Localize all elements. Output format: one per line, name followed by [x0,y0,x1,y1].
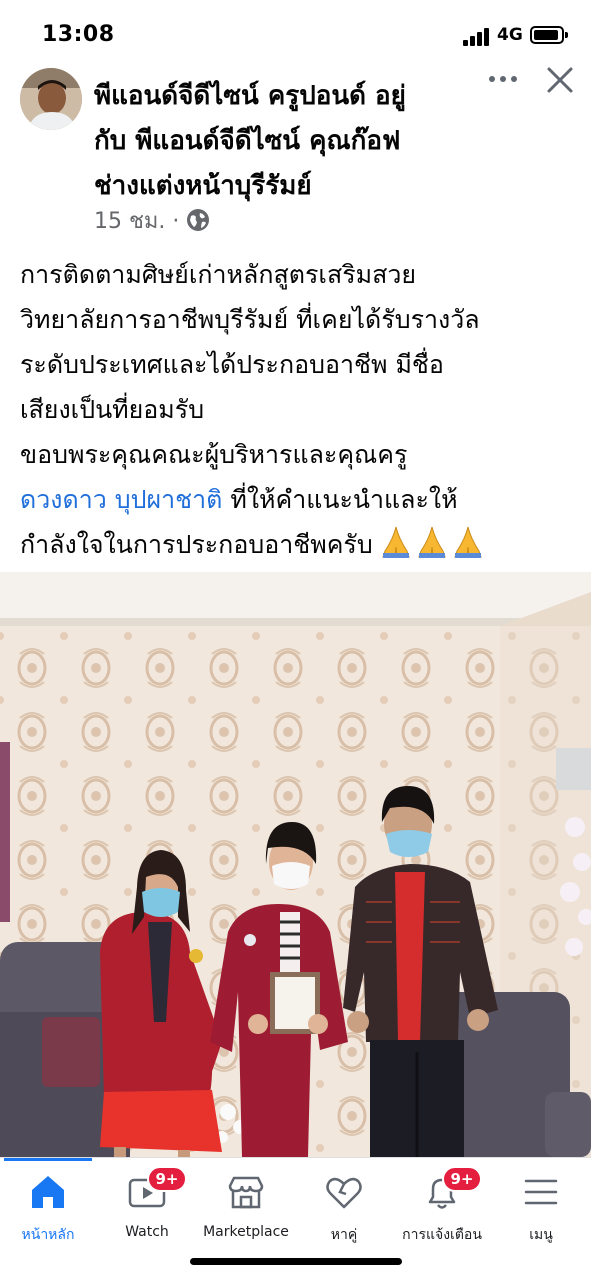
tab-marketplace[interactable]: Marketplace [191,1170,301,1250]
post-time[interactable]: 15 ชม. · [94,203,179,238]
tab-watch[interactable]: 9+ Watch [92,1166,202,1250]
tab-menu[interactable]: เมนู [486,1170,591,1250]
marketplace-icon [224,1170,268,1214]
tab-dating[interactable]: หาคู่ [289,1170,399,1250]
post-text: การติดตามศิษย์เก่าหลักสูตรเสริมสวย วิทยา… [20,252,580,567]
home-icon [26,1170,70,1214]
author-line-1: พีแอนด์จีดีไซน์ ครูปอนด์ อยู่ [94,81,406,111]
post-text-line: วิทยาลัยการอาชีพบุรีรัมย์ ที่เคยได้รับรา… [20,305,480,334]
tab-label: การแจ้งเตือน [402,1227,482,1243]
watch-icon: 9+ [125,1166,187,1214]
tab-home[interactable]: หน้าหลัก [0,1170,103,1250]
notification-badge: 9+ [442,1166,482,1192]
tab-notifications[interactable]: 9+ การแจ้งเตือน [387,1166,497,1250]
status-bar: 13:08 4G [0,0,591,70]
post-text-line: ขอบพระคุณคณะผู้บริหารและคุณครู [20,440,408,469]
post-text-line: ระดับประเทศและได้ประกอบอาชีพ มีชื่อ [20,350,444,379]
post-text-segment: กำลังใจในการประกอบอาชีพครับ [20,530,373,559]
post-text-line: กำลังใจในการประกอบอาชีพครับ [20,522,580,567]
tab-label: เมนู [529,1227,553,1243]
more-options-button[interactable] [484,66,522,92]
author-avatar[interactable] [20,68,82,130]
active-tab-indicator [4,1158,92,1161]
mention-link[interactable]: ดวงดาว บุปผาชาติ [20,485,222,514]
post-text-segment: ที่ให้คำแนะนำและให้ [222,485,458,514]
folded-hands-emoji [379,522,487,567]
home-indicator[interactable] [190,1258,402,1265]
post-meta: 15 ชม. · [94,204,211,236]
tab-label: หาคู่ [330,1227,358,1243]
tab-label: Watch [125,1224,169,1240]
tab-label: หน้าหลัก [21,1227,75,1243]
menu-icon [519,1170,563,1214]
bell-icon: 9+ [420,1166,482,1214]
post-text-line: การติดตามศิษย์เก่าหลักสูตรเสริมสวย [20,260,417,289]
dating-heart-icon [322,1170,366,1214]
close-icon[interactable] [544,64,576,96]
post-author[interactable]: พีแอนด์จีดีไซน์ ครูปอนด์ อยู่ กับ พีแอนด… [94,74,474,209]
author-line-2: กับ พีแอนด์จีดีไซน์ คุณก๊อฟ [94,126,401,156]
tab-label: Marketplace [203,1224,289,1240]
status-time: 13:08 [42,22,115,47]
network-type: 4G [497,25,523,45]
notification-badge: 9+ [147,1166,187,1192]
post-text-line: เสียงเป็นที่ยอมรับ [20,395,205,424]
globe-icon [187,209,210,231]
battery-icon [530,26,568,44]
signal-icon [463,28,493,46]
post-photo[interactable] [0,572,591,1157]
post-text-line: ดวงดาว บุปผาชาติ ที่ให้คำแนะนำและให้ [20,477,580,522]
